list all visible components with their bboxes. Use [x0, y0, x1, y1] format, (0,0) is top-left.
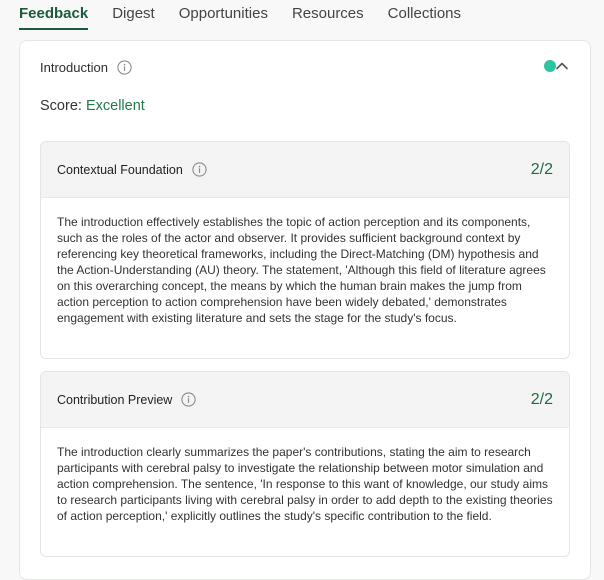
- info-icon[interactable]: [192, 162, 207, 177]
- score-label: Score:: [40, 98, 82, 114]
- chevron-up-icon[interactable]: [554, 58, 570, 74]
- criterion-card: Contribution Preview 2/2 The introductio…: [40, 371, 570, 557]
- criterion-card: Contextual Foundation 2/2 The introducti…: [40, 141, 570, 359]
- criterion-score: 2/2: [530, 161, 553, 178]
- criterion-score: 2/2: [530, 391, 553, 408]
- tab-opportunities[interactable]: Opportunities: [179, 0, 268, 30]
- tab-collections[interactable]: Collections: [388, 0, 461, 30]
- section-title: Introduction: [40, 59, 108, 75]
- criterion-header: Contribution Preview 2/2: [41, 372, 569, 428]
- criterion-body: The introduction effectively establishes…: [57, 215, 546, 325]
- tab-digest[interactable]: Digest: [112, 0, 155, 30]
- score-line: Score: Excellent: [40, 98, 145, 114]
- criterion-header: Contextual Foundation 2/2: [41, 142, 569, 198]
- feedback-card: Introduction Score: Excellent Contextual…: [19, 40, 591, 580]
- criterion-title: Contribution Preview: [57, 392, 173, 407]
- tab-bar: Feedback Digest Opportunities Resources …: [0, 0, 604, 30]
- section-header[interactable]: Introduction: [40, 58, 570, 76]
- criterion-body: The introduction clearly summarizes the …: [57, 445, 553, 523]
- score-value: Excellent: [85, 98, 145, 114]
- tab-resources[interactable]: Resources: [292, 0, 364, 30]
- info-icon[interactable]: [181, 392, 196, 407]
- criterion-title: Contextual Foundation: [57, 162, 183, 177]
- info-icon[interactable]: [117, 59, 132, 75]
- tab-feedback[interactable]: Feedback: [19, 0, 89, 30]
